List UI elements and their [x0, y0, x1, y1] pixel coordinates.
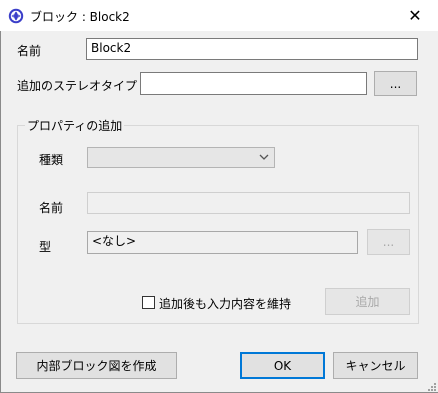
browse-label: ...: [389, 76, 402, 91]
type-browse-button[interactable]: ...: [367, 229, 410, 255]
property-name-label: 名前: [39, 201, 64, 215]
name-label: 名前: [17, 44, 42, 58]
ok-label: OK: [273, 358, 292, 373]
app-icon: [8, 8, 24, 24]
chevron-down-icon: [259, 154, 269, 160]
stereotype-browse-button[interactable]: ...: [374, 71, 417, 96]
add-property-button[interactable]: 追加: [325, 288, 410, 315]
stereotype-input[interactable]: [140, 72, 367, 95]
type-label: 型: [39, 240, 52, 254]
window-title: ブロック : Block2: [30, 10, 130, 24]
create-ibd-label: 内部ブロック図を作成: [36, 359, 157, 373]
type-input[interactable]: <なし>: [87, 231, 358, 254]
create-ibd-button[interactable]: 内部ブロック図を作成: [16, 352, 177, 379]
add-label: 追加: [355, 295, 380, 309]
keep-input-checkbox[interactable]: [142, 296, 155, 309]
property-name-input[interactable]: [87, 192, 410, 214]
type-browse-label: ...: [382, 235, 395, 249]
title-bar: ブロック : Block2 ✕: [0, 0, 438, 31]
property-group-title: プロパティの追加: [25, 117, 125, 134]
keep-input-label: 追加後も入力内容を維持: [159, 297, 292, 311]
stereotype-label: 追加のステレオタイプ: [17, 79, 138, 93]
name-input[interactable]: Block2: [86, 38, 418, 60]
kind-select[interactable]: [87, 147, 275, 168]
cancel-label: キャンセル: [345, 359, 406, 373]
close-icon: ✕: [408, 6, 422, 25]
cancel-button[interactable]: キャンセル: [333, 352, 418, 379]
ok-button[interactable]: OK: [240, 352, 325, 379]
kind-label: 種類: [39, 153, 64, 167]
close-button[interactable]: ✕: [392, 0, 438, 31]
resize-grip-icon[interactable]: [427, 382, 437, 392]
